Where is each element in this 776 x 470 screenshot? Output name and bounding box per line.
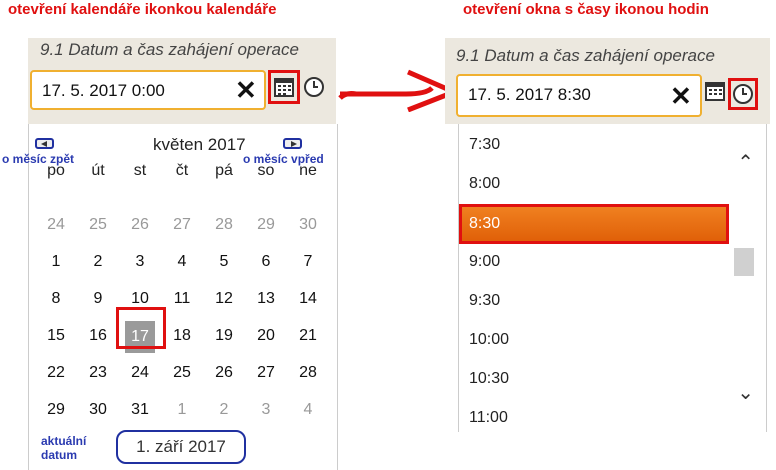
time-list: 7:30 8:00 8:30 9:00 9:30 10:00 10:30 11:00 ⌃ ⌄ <box>458 124 767 432</box>
clear-icon[interactable]: ✕ <box>670 82 692 110</box>
calendar-day[interactable]: 20 <box>251 327 281 345</box>
calendar-day[interactable]: 11 <box>167 290 197 308</box>
calendar-day[interactable]: 12 <box>209 290 239 308</box>
calendar-day[interactable]: 22 <box>41 364 71 382</box>
clock-icon[interactable] <box>728 78 758 110</box>
calendar-day[interactable]: 8 <box>41 290 71 308</box>
time-option[interactable]: 10:30 <box>459 360 729 400</box>
calendar-day[interactable]: 26 <box>125 216 155 234</box>
weekday-label: so <box>257 162 275 179</box>
calendar-day[interactable]: 27 <box>167 216 197 234</box>
calendar-day[interactable]: 19 <box>209 327 239 345</box>
calendar-day[interactable]: 6 <box>251 253 281 271</box>
calendar-day[interactable]: 24 <box>125 364 155 382</box>
calendar-day[interactable]: 18 <box>167 327 197 345</box>
datetime-input-left[interactable]: 17. 5. 2017 0:00 ✕ <box>30 70 266 110</box>
scroll-down-icon[interactable]: ⌄ <box>737 380 754 405</box>
time-option[interactable]: 8:00 <box>459 165 729 205</box>
left-arrow-icon <box>41 141 47 147</box>
caption-right: otevření okna s časy ikonou hodin <box>463 1 709 18</box>
calendar-day[interactable]: 1 <box>167 401 197 419</box>
calendar-day[interactable]: 30 <box>293 216 323 234</box>
calendar-day[interactable]: 2 <box>209 401 239 419</box>
right-arrow-icon <box>291 141 297 147</box>
calendar-day[interactable]: 14 <box>293 290 323 308</box>
calendar-day[interactable]: 28 <box>293 364 323 382</box>
calendar-day[interactable]: 23 <box>83 364 113 382</box>
calendar-popup: o měsíc zpět květen 2017 o měsíc vpřed p… <box>2 124 338 470</box>
prev-month-button[interactable] <box>35 138 54 149</box>
time-option[interactable]: 9:00 <box>459 243 729 283</box>
calendar-day[interactable]: 2 <box>83 253 113 271</box>
time-option[interactable]: 7:30 <box>459 126 729 166</box>
scrollbar-thumb[interactable] <box>734 248 754 276</box>
datetime-value: 17. 5. 2017 8:30 <box>468 85 591 104</box>
clear-icon[interactable]: ✕ <box>235 76 257 104</box>
weekday-label: ne <box>299 162 317 179</box>
weekday-label: út <box>91 162 105 179</box>
datetime-value: 17. 5. 2017 0:00 <box>42 81 165 100</box>
calendar-day[interactable]: 10 <box>125 290 155 308</box>
today-note: aktuální datum <box>41 434 87 462</box>
calendar-day[interactable]: 27 <box>251 364 281 382</box>
calendar-day[interactable]: 21 <box>293 327 323 345</box>
calendar-day[interactable]: 7 <box>293 253 323 271</box>
calendar-day[interactable]: 9 <box>83 290 113 308</box>
calendar-day[interactable]: 3 <box>251 401 281 419</box>
calendar-day[interactable]: 31 <box>125 401 155 419</box>
calendar-day[interactable]: 24 <box>41 216 71 234</box>
selected-day-frame <box>116 307 166 349</box>
calendar-day[interactable]: 5 <box>209 253 239 271</box>
month-title: květen 2017 <box>153 135 246 154</box>
time-option[interactable]: 9:30 <box>459 282 729 322</box>
caption-left: otevření kalendáře ikonkou kalendáře <box>8 1 277 18</box>
clock-icon[interactable] <box>303 76 325 103</box>
red-arrow <box>336 62 461 117</box>
next-month-button[interactable] <box>283 138 302 149</box>
calendar-day[interactable]: 29 <box>41 401 71 419</box>
field-label-right: 9.1 Datum a čas zahájení operace <box>456 46 715 65</box>
scroll-up-icon[interactable]: ⌃ <box>737 150 754 175</box>
calendar-day[interactable]: 25 <box>83 216 113 234</box>
calendar-day[interactable]: 4 <box>293 401 323 419</box>
today-button[interactable]: 1. září 2017 <box>116 430 246 464</box>
calendar-day[interactable]: 25 <box>167 364 197 382</box>
calendar-day[interactable]: 13 <box>251 290 281 308</box>
calendar-day[interactable]: 26 <box>209 364 239 382</box>
time-option[interactable]: 8:30 <box>459 204 729 244</box>
weekday-label: st <box>133 162 147 179</box>
time-option[interactable]: 11:00 <box>459 399 729 432</box>
calendar-icon[interactable] <box>704 80 726 107</box>
calendar-day[interactable]: 3 <box>125 253 155 271</box>
calendar-day[interactable]: 28 <box>209 216 239 234</box>
calendar-icon[interactable] <box>268 70 300 104</box>
calendar-day[interactable]: 1 <box>41 253 71 271</box>
calendar-day[interactable]: 30 <box>83 401 113 419</box>
calendar-day[interactable]: 16 <box>83 327 113 345</box>
field-label-left: 9.1 Datum a čas zahájení operace <box>40 40 299 59</box>
datetime-input-right[interactable]: 17. 5. 2017 8:30 ✕ <box>456 74 702 117</box>
calendar-day[interactable]: 15 <box>41 327 71 345</box>
calendar-day[interactable]: 4 <box>167 253 197 271</box>
calendar-day[interactable]: 29 <box>251 216 281 234</box>
weekday-label: čt <box>175 162 189 179</box>
weekday-label: po <box>47 162 65 179</box>
weekday-label: pá <box>215 162 233 179</box>
time-option[interactable]: 10:00 <box>459 321 729 361</box>
